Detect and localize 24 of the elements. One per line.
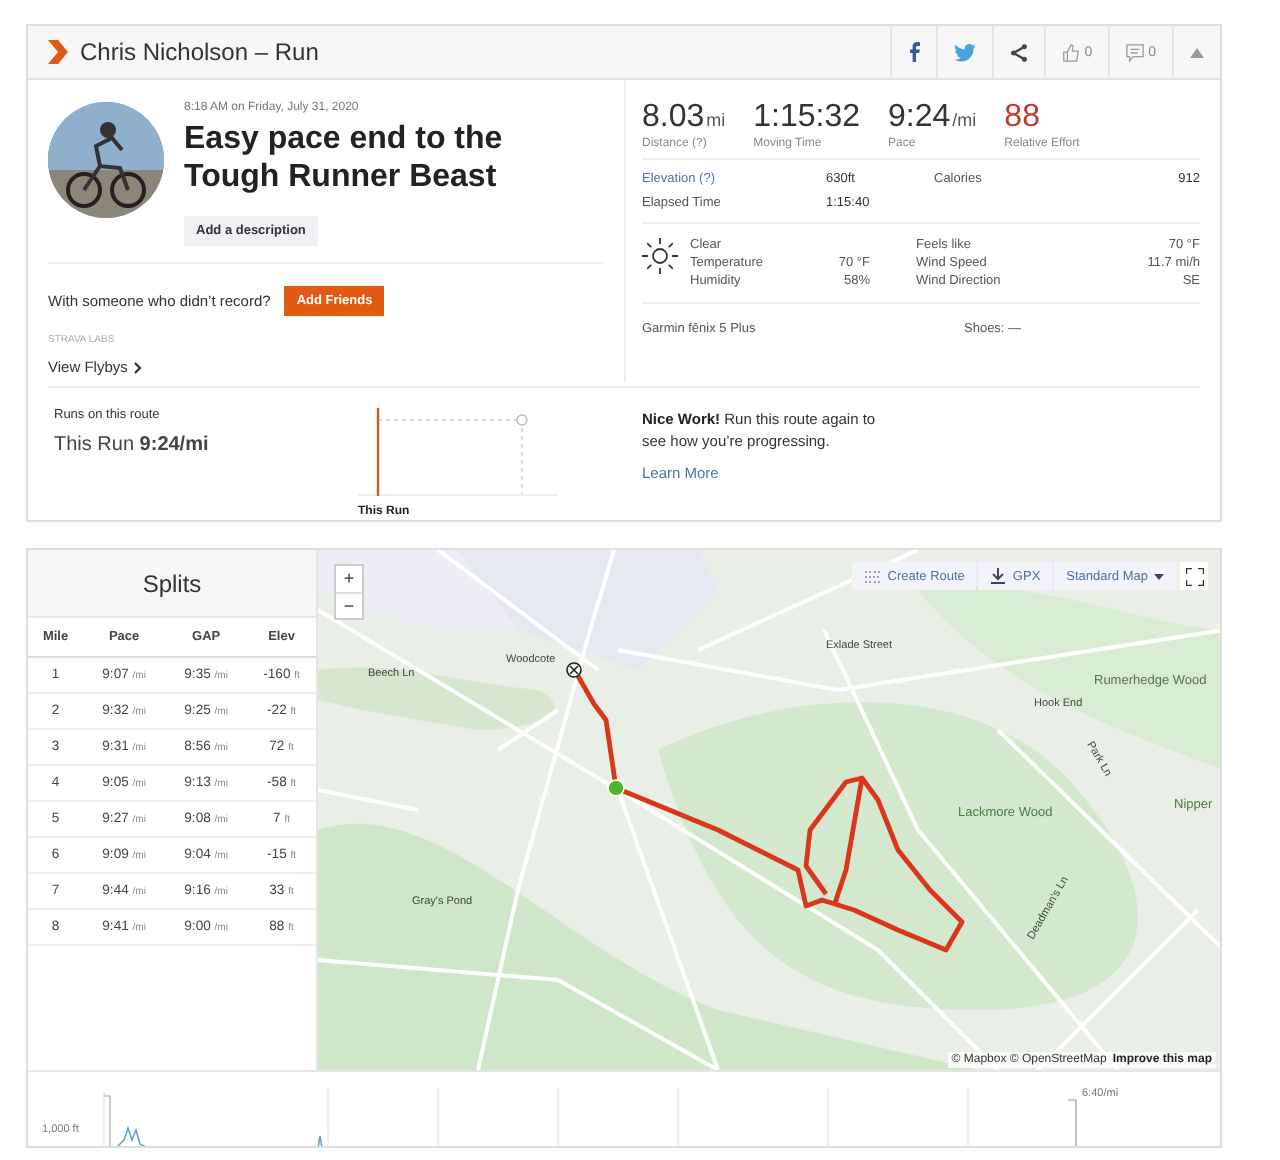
facebook-icon — [908, 42, 921, 62]
sun-icon — [642, 238, 678, 274]
comment-icon — [1126, 43, 1145, 61]
stat-value: 1:15:32 — [753, 100, 861, 136]
caret-down-icon — [1154, 573, 1164, 579]
stat-value: 9:24/mi — [888, 100, 977, 136]
this-run-pace: This Run 9:24/mi — [54, 434, 211, 456]
thumbs-up-icon — [1062, 43, 1081, 61]
activity-name: Easy pace end to the Tough Runner Beast — [184, 120, 505, 196]
download-icon — [990, 568, 1007, 584]
start-marker-icon — [607, 779, 625, 797]
end-marker-icon — [566, 662, 582, 678]
stat-value: 88 — [1004, 100, 1042, 136]
expand-icon — [1185, 567, 1203, 585]
bird-icon — [954, 43, 977, 61]
stat-value: 8.03 mi — [642, 100, 726, 136]
chevron-logo-icon — [48, 40, 68, 64]
activity-title-header: Chris Nicholson – Run — [80, 38, 321, 66]
splits-title: Splits — [28, 550, 316, 618]
chevron-right-icon — [133, 361, 142, 373]
fullscreen-button[interactable] — [1180, 562, 1208, 590]
share-icon — [1010, 43, 1029, 61]
caret-up-icon — [1190, 47, 1204, 57]
route-icon — [863, 569, 882, 583]
